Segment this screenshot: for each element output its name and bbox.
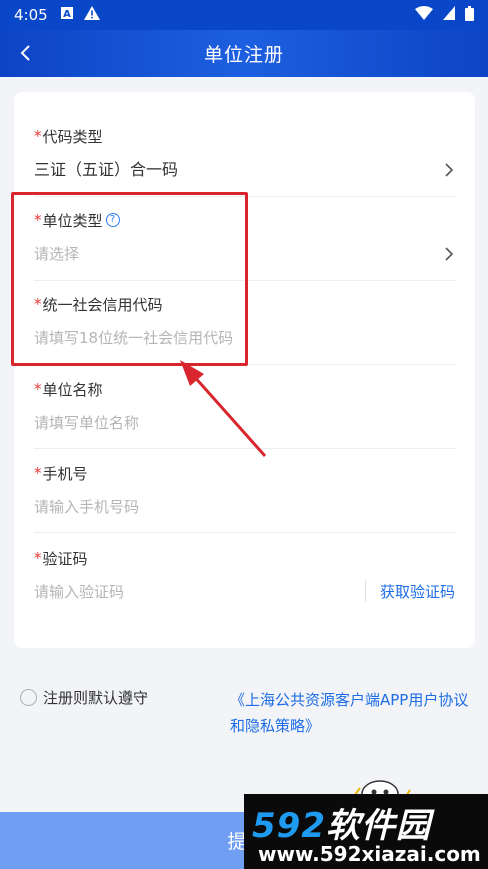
- code-type-label: 代码类型: [42, 127, 103, 146]
- annotation-arrow-icon: [180, 360, 267, 457]
- agreement-link-line2: 和隐私策略》: [230, 717, 321, 735]
- chevron-right-icon: [445, 163, 454, 177]
- get-code-button[interactable]: 获取验证码: [364, 580, 455, 602]
- watermark-brand: 592软件园: [252, 798, 431, 847]
- unit-name-label: 单位名称: [42, 380, 103, 399]
- chevron-left-icon: [20, 45, 30, 61]
- required-mark: *: [34, 549, 42, 567]
- agreement-text: 注册则默认遵守: [43, 689, 149, 707]
- status-time: 4:05: [14, 6, 48, 24]
- agreement-link[interactable]: 《上海公共资源客户端APP用户协议 和隐私策略》: [230, 687, 488, 739]
- wifi-icon: [415, 6, 433, 24]
- phone-input[interactable]: 请输入手机号码: [34, 495, 455, 517]
- watermark-logo: 592软件园 www.592xiazai.com: [244, 794, 488, 869]
- back-button[interactable]: [12, 40, 38, 66]
- phone-label-row: * 手机号: [34, 463, 455, 483]
- watermark-brand-number: 592: [252, 806, 326, 846]
- signal-icon: [443, 6, 455, 24]
- watermark-brand-text: 软件园: [325, 806, 431, 846]
- required-mark: *: [34, 380, 42, 398]
- code-type-value: 三证（五证）合一码: [34, 160, 179, 179]
- verify-code-label-row: * 验证码: [34, 548, 455, 568]
- required-mark: *: [34, 464, 42, 482]
- agree-radio[interactable]: [20, 689, 37, 706]
- verify-code-field[interactable]: * 验证码 请输入验证码 获取验证码: [34, 548, 455, 602]
- phone-field[interactable]: * 手机号 请输入手机号码: [34, 463, 455, 517]
- battery-icon: [465, 5, 474, 25]
- status-bar: 4:05 A: [0, 0, 488, 30]
- divider: [34, 532, 455, 533]
- app-bar: 单位注册: [0, 30, 488, 77]
- chevron-right-icon: [445, 247, 454, 261]
- svg-text:A: A: [63, 9, 71, 20]
- warning-icon: [83, 6, 100, 24]
- code-type-field[interactable]: * 代码类型 三证（五证）合一码: [34, 126, 455, 180]
- required-mark: *: [34, 127, 42, 145]
- code-type-label-row: * 代码类型: [34, 126, 455, 146]
- annotation-highlight-box: [11, 192, 248, 366]
- a-box-icon: A: [60, 6, 74, 24]
- agreement-link-line1: 《上海公共资源客户端APP用户协议: [230, 691, 469, 709]
- verify-code-label: 验证码: [42, 549, 88, 568]
- watermark-url: www.592xiazai.com: [258, 842, 481, 866]
- page-title: 单位注册: [203, 44, 284, 66]
- phone-label: 手机号: [42, 464, 88, 483]
